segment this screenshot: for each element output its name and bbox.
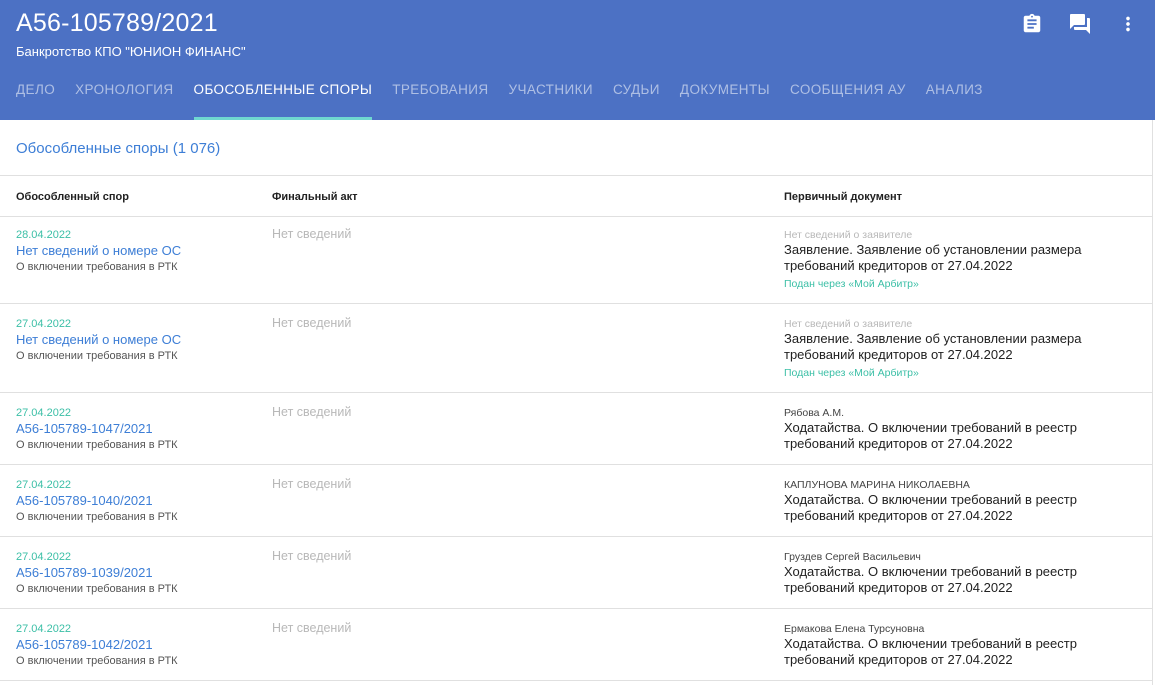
primary-document[interactable]: Ходатайства. О включении требований в ре… — [784, 492, 1104, 524]
dispute-date: 27.04.2022 — [16, 551, 72, 563]
applicant: Груздев Сергей Васильевич — [784, 551, 921, 563]
final-act: Нет сведений — [272, 477, 352, 491]
header-actions — [1019, 11, 1141, 37]
table-row: 28.04.2022 Нет сведений о номере ОС О вк… — [0, 216, 1152, 304]
table-row: 27.04.2022 А56-105789-1039/2021 О включе… — [0, 537, 1152, 609]
dispute-subject: О включении требования в РТК — [16, 439, 178, 451]
tab-delo[interactable]: ДЕЛО — [16, 82, 55, 120]
tab-documents[interactable]: ДОКУМЕНТЫ — [680, 82, 770, 120]
column-header-dispute[interactable]: Обособленный спор — [16, 191, 129, 203]
final-act: Нет сведений — [272, 316, 352, 330]
dispute-subject: О включении требования в РТК — [16, 350, 178, 362]
dispute-subject: О включении требования в РТК — [16, 583, 178, 595]
disputes-card: Обособленные споры (1 076) Обособленный … — [0, 120, 1153, 685]
dispute-link[interactable]: А56-105789-1047/2021 — [16, 420, 178, 437]
chat-icon[interactable] — [1067, 11, 1093, 37]
column-header-final-act[interactable]: Финальный акт — [272, 191, 358, 203]
filed-via: Подан через «Мой Арбитр» — [784, 367, 919, 379]
final-act: Нет сведений — [272, 227, 352, 241]
table-row: 27.04.2022 Нет сведений о номере ОС О вк… — [0, 304, 1152, 393]
tab-participants[interactable]: УЧАСТНИКИ — [508, 82, 592, 120]
dispute-date: 27.04.2022 — [16, 318, 72, 330]
applicant: Рябова А.М. — [784, 407, 844, 419]
final-act: Нет сведений — [272, 405, 352, 419]
applicant: Нет сведений о заявителе — [784, 318, 913, 330]
app-header: А56-105789/2021 Банкротство КПО "ЮНИОН Ф… — [0, 0, 1155, 120]
dispute-link[interactable]: А56-105789-1040/2021 — [16, 492, 178, 509]
applicant: Нет сведений о заявителе — [784, 229, 913, 241]
final-act: Нет сведений — [272, 549, 352, 563]
dispute-date: 27.04.2022 — [16, 479, 72, 491]
table-header: Обособленный спор Финальный акт Первичны… — [0, 175, 1152, 217]
dispute-date: 27.04.2022 — [16, 407, 72, 419]
section-title: Обособленные споры (1 076) — [16, 140, 221, 157]
dispute-subject: О включении требования в РТК — [16, 511, 178, 523]
tab-judges[interactable]: СУДЬИ — [613, 82, 660, 120]
applicant: Ермакова Елена Турсуновна — [784, 623, 925, 635]
dispute-link[interactable]: Нет сведений о номере ОС — [16, 242, 181, 259]
case-number-title: А56-105789/2021 — [16, 9, 218, 37]
tab-chronology[interactable]: ХРОНОЛОГИЯ — [75, 82, 173, 120]
table-row: 27.04.2022 А56-105789-1040/2021 О включе… — [0, 465, 1152, 537]
tab-analysis[interactable]: АНАЛИЗ — [926, 82, 983, 120]
primary-document[interactable]: Заявление. Заявление об установлении раз… — [784, 331, 1104, 363]
final-act: Нет сведений — [272, 621, 352, 635]
table-row: 27.04.2022 А56-105789-1042/2021 О включе… — [0, 609, 1152, 681]
dispute-date: 27.04.2022 — [16, 623, 72, 635]
tab-claims[interactable]: ТРЕБОВАНИЯ — [392, 82, 488, 120]
dispute-date: 28.04.2022 — [16, 229, 72, 241]
clipboard-icon[interactable] — [1019, 11, 1045, 37]
tab-separate-disputes[interactable]: ОБОСОБЛЕННЫЕ СПОРЫ — [193, 82, 373, 120]
primary-document[interactable]: Ходатайства. О включении требований в ре… — [784, 420, 1104, 452]
tab-bar: ДЕЛО ХРОНОЛОГИЯ ОБОСОБЛЕННЫЕ СПОРЫ ТРЕБО… — [0, 82, 1003, 120]
dispute-link[interactable]: А56-105789-1042/2021 — [16, 636, 178, 653]
primary-document[interactable]: Заявление. Заявление об установлении раз… — [784, 242, 1104, 274]
tab-au-messages[interactable]: СООБЩЕНИЯ АУ — [790, 82, 906, 120]
table-row: 27.04.2022 А56-105789-1047/2021 О включе… — [0, 393, 1152, 465]
dispute-subject: О включении требования в РТК — [16, 655, 178, 667]
primary-document[interactable]: Ходатайства. О включении требований в ре… — [784, 564, 1104, 596]
table-body: 28.04.2022 Нет сведений о номере ОС О вк… — [0, 216, 1152, 681]
applicant: КАПЛУНОВА МАРИНА НИКОЛАЕВНА — [784, 479, 970, 491]
filed-via: Подан через «Мой Арбитр» — [784, 278, 919, 290]
dispute-subject: О включении требования в РТК — [16, 261, 178, 273]
dispute-link[interactable]: Нет сведений о номере ОС — [16, 331, 181, 348]
primary-document[interactable]: Ходатайства. О включении требований в ре… — [784, 636, 1104, 668]
case-subtitle: Банкротство КПО "ЮНИОН ФИНАНС" — [16, 44, 246, 59]
column-header-primary-doc[interactable]: Первичный документ — [784, 191, 902, 203]
more-vert-icon[interactable] — [1115, 11, 1141, 37]
dispute-link[interactable]: А56-105789-1039/2021 — [16, 564, 178, 581]
